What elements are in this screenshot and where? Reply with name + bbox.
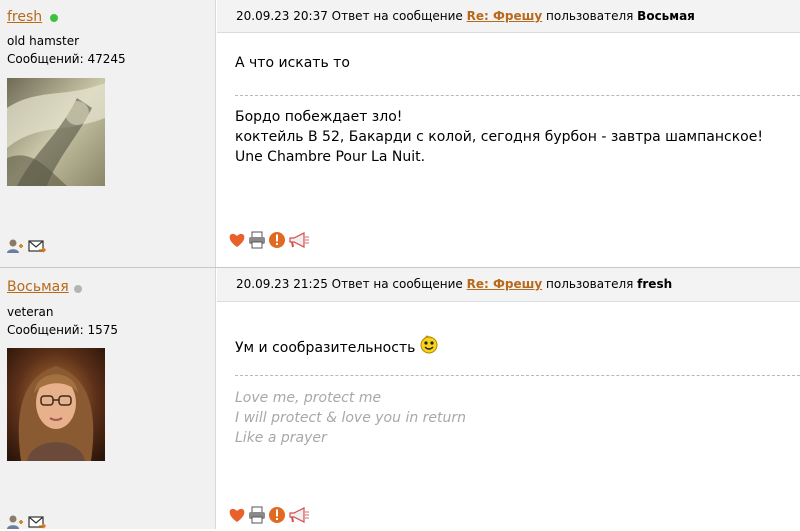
report-icon[interactable] [268,231,286,249]
by-user-label: пользователя [546,277,634,291]
author-rank: old hamster [7,34,80,48]
avatar[interactable] [7,348,105,461]
post-message: А что искать то [235,55,350,71]
post-actions [228,231,310,249]
author-post-count: Сообщений: 1575 [7,323,118,337]
signature-line: Love me, protect me [235,390,382,406]
post-header: 20.09.23 20:37 Ответ на сообщение Re: Фр… [217,0,800,33]
author-name-link[interactable]: fresh [7,9,42,25]
by-user-label: пользователя [546,9,634,23]
smiley-icon [420,335,438,354]
author-panel: Восьмая veteran Сообщений: 1575 [0,268,216,529]
online-status-icon [50,14,58,22]
avatar[interactable] [7,78,105,186]
reply-label: Ответ на сообщение [331,277,463,291]
reply-user[interactable]: fresh [637,277,672,291]
megaphone-icon[interactable] [288,506,310,524]
signature-line: I will protect & love you in return [235,410,467,426]
reply-link[interactable]: Re: Фрешу [467,9,543,23]
signature-divider [235,375,800,376]
send-message-icon[interactable] [28,237,46,255]
reply-link[interactable]: Re: Фрешу [467,277,543,291]
post-datetime: 20.09.23 21:25 [236,277,328,291]
post: fresh old hamster Сообщений: 47245 20.09… [0,0,800,268]
print-icon[interactable] [248,231,266,249]
signature-line: Like a prayer [235,430,327,446]
signature-line: Бордо побеждает зло! [235,109,403,125]
signature: Бордо побеждает зло! коктейль В 52, Бака… [235,107,763,167]
like-heart-icon[interactable] [228,231,246,249]
post-message: Ум и сообразительность [235,334,439,358]
signature-line: коктейль В 52, Бакарди с колой, сегодня … [235,129,763,145]
offline-status-icon [74,285,82,293]
print-icon[interactable] [248,506,266,524]
reply-label: Ответ на сообщение [331,9,463,23]
author-post-count: Сообщений: 47245 [7,52,126,66]
author-name-link[interactable]: Восьмая [7,279,69,295]
reply-user[interactable]: Восьмая [637,9,695,23]
megaphone-icon[interactable] [288,231,310,249]
like-heart-icon[interactable] [228,506,246,524]
post-datetime: 20.09.23 20:37 [236,9,328,23]
post-actions [228,506,310,524]
post-header: 20.09.23 21:25 Ответ на сообщение Re: Фр… [217,268,800,302]
signature-divider [235,95,800,96]
report-icon[interactable] [268,506,286,524]
signature-line: Une Chambre Pour La Nuit. [235,149,426,165]
add-friend-icon[interactable] [6,237,24,255]
add-friend-icon[interactable] [6,513,24,531]
post-message-text: Ум и сообразительность [235,340,416,356]
signature: Love me, protect me I will protect & lov… [235,388,466,448]
author-rank: veteran [7,305,54,319]
send-message-icon[interactable] [28,513,46,531]
author-panel: fresh old hamster Сообщений: 47245 [0,0,216,268]
post: Восьмая veteran Сообщений: 1575 20.09.23… [0,268,800,529]
